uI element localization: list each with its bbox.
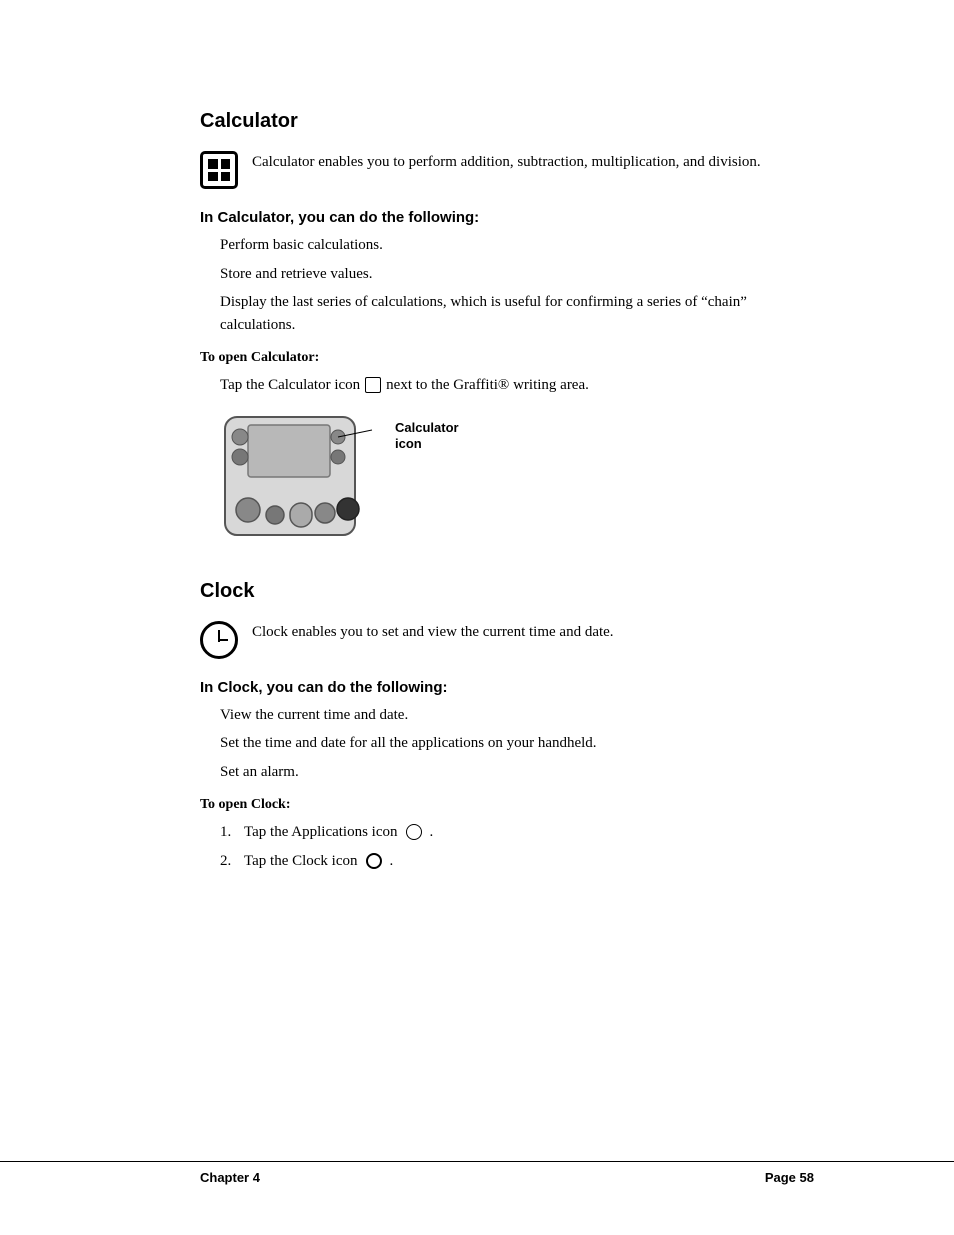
- calculator-can-do-heading: In Calculator, you can do the following:: [200, 209, 814, 226]
- clock-can-do-heading: In Clock, you can do the following:: [200, 679, 814, 696]
- clock-can-do-1: View the current time and date.: [220, 704, 814, 727]
- calculator-large-icon: [200, 151, 238, 189]
- step-1-num: 1.: [220, 821, 236, 844]
- clock-can-do-2: Set the time and date for all the applic…: [220, 732, 814, 755]
- calculator-inline-icon: [365, 377, 381, 393]
- calculator-to-open-text: Tap the Calculator icon: [220, 374, 360, 397]
- clock-large-icon: [200, 621, 238, 659]
- clock-step-2: 2. Tap the Clock icon .: [220, 850, 814, 873]
- calculator-can-do-2: Store and retrieve values.: [220, 263, 814, 286]
- calculator-title: Calculator: [200, 110, 814, 133]
- calculator-section: Calculator Calculator enables you to per…: [200, 110, 814, 550]
- footer-chapter: Chapter 4: [200, 1170, 260, 1185]
- clock-step-1: 1. Tap the Applications icon .: [220, 821, 814, 844]
- page: Calculator Calculator enables you to per…: [0, 0, 954, 1235]
- footer-page: Page 58: [765, 1170, 814, 1185]
- calculator-to-open-line: Tap the Calculator icon next to the Graf…: [220, 374, 814, 397]
- calculator-can-do-1: Perform basic calculations.: [220, 234, 814, 257]
- calculator-can-do-3: Display the last series of calculations,…: [220, 291, 814, 336]
- footer: Chapter 4 Page 58: [0, 1161, 954, 1185]
- calculator-to-open-text2: next to the Graffiti® writing area.: [386, 374, 589, 397]
- calculator-intro-text: Calculator enables you to perform additi…: [252, 151, 761, 174]
- clock-section: Clock Clock enables you to set and view …: [200, 580, 814, 873]
- callout-container: Calculatoricon: [395, 415, 459, 454]
- clock-intro-block: Clock enables you to set and view the cu…: [200, 621, 814, 659]
- device-illustration: [220, 415, 375, 550]
- clock-step-1-suffix: .: [430, 821, 434, 844]
- clock-can-do-3: Set an alarm.: [220, 761, 814, 784]
- callout-label: Calculatoricon: [395, 415, 459, 454]
- calculator-to-open-heading: To open Calculator:: [200, 350, 814, 366]
- clock-title: Clock: [200, 580, 814, 603]
- clock-step-1-text: Tap the Applications icon: [244, 821, 398, 844]
- clock-intro-text: Clock enables you to set and view the cu…: [252, 621, 614, 644]
- clock-step-2-text: Tap the Clock icon: [244, 850, 358, 873]
- applications-inline-icon: [406, 824, 422, 840]
- calculator-intro-block: Calculator enables you to perform additi…: [200, 151, 814, 189]
- clock-step-2-suffix: .: [390, 850, 394, 873]
- clock-to-open-heading: To open Clock:: [200, 797, 814, 813]
- step-2-num: 2.: [220, 850, 236, 873]
- calculator-diagram: Calculatoricon: [220, 415, 814, 550]
- clock-inline-icon: [366, 853, 382, 869]
